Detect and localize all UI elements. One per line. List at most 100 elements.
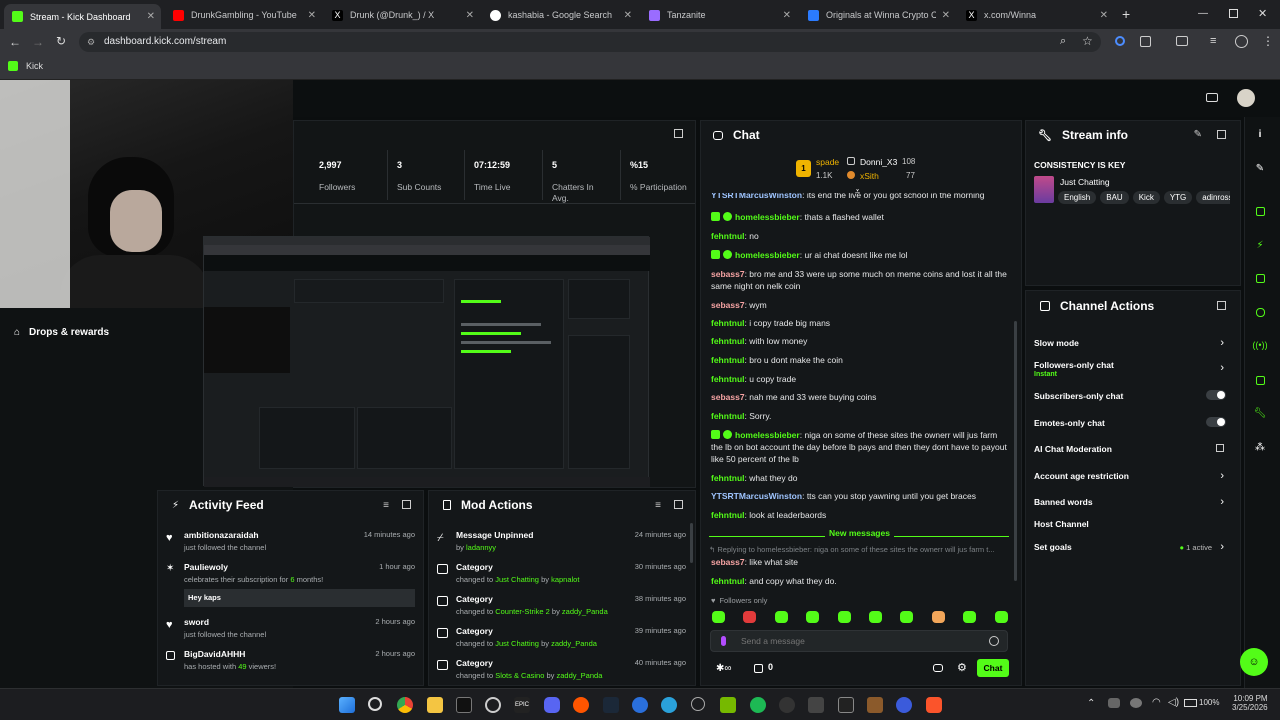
app-icon[interactable] (779, 697, 795, 713)
layout-icon[interactable] (1250, 370, 1270, 390)
mod-action-user[interactable]: kapnalot (551, 575, 579, 584)
quick-action-bolt-icon[interactable]: ⚡ (1250, 235, 1270, 255)
forward-arrow-icon[interactable]: → (32, 35, 44, 49)
media-controls-icon[interactable]: ≡ (1210, 35, 1216, 47)
chat-username[interactable]: sebass7 (711, 392, 745, 402)
more-icon[interactable]: ⁂ (1250, 437, 1270, 457)
chat-username[interactable]: homelessbieber (735, 212, 800, 222)
app-icon[interactable] (896, 697, 912, 713)
popout-icon[interactable] (1217, 130, 1226, 139)
tab-x-winna[interactable]: X x.com/Winna ✕ (958, 4, 1114, 26)
mod-action-category[interactable]: Just Chatting (495, 575, 539, 584)
stream-tag[interactable]: BAU (1100, 191, 1129, 204)
host-channel-row[interactable]: Host Channel (1034, 519, 1228, 529)
followers-only-row[interactable]: Followers-only chat Instant › (1034, 360, 1228, 378)
nvidia-icon[interactable] (720, 697, 736, 713)
volume-icon[interactable]: ◁) (1168, 697, 1179, 708)
maximize-button[interactable] (1229, 9, 1238, 18)
microphone-icon[interactable] (721, 636, 726, 646)
minimize-button[interactable]: — (1198, 8, 1208, 19)
extensions-puzzle-icon[interactable] (1140, 36, 1151, 47)
emote-icon[interactable] (712, 611, 725, 623)
edit-icon[interactable]: ✎ (1250, 158, 1270, 178)
notifications-icon[interactable] (1206, 93, 1218, 102)
bookmark-star-icon[interactable]: ☆ (1082, 34, 1093, 48)
banned-words-row[interactable]: Banned words › (1034, 496, 1228, 508)
emote-icon[interactable] (900, 611, 914, 623)
stream-preview-video[interactable] (203, 236, 650, 487)
telegram-icon[interactable] (661, 697, 677, 713)
emotes-only-row[interactable]: Emotes-only chat (1034, 417, 1228, 428)
user-avatar[interactable] (1237, 89, 1255, 107)
site-info-icon[interactable]: ⚙ (87, 32, 95, 52)
chat-username[interactable]: homelessbieber (735, 250, 800, 260)
chat-settings-bubble-icon[interactable] (933, 664, 943, 672)
chat-scrollbar[interactable] (1014, 321, 1017, 581)
emote-icon[interactable] (994, 611, 1008, 623)
battery-icon[interactable] (1184, 699, 1197, 707)
emote-icon[interactable] (963, 611, 977, 623)
chat-icon[interactable] (1250, 302, 1270, 322)
app-icon[interactable] (632, 697, 648, 713)
chat-message-input[interactable] (741, 634, 981, 648)
epic-games-icon[interactable]: EPIC (514, 697, 530, 713)
close-tab-icon[interactable]: ✕ (466, 10, 474, 21)
scrollbar[interactable] (690, 523, 693, 563)
back-arrow-icon[interactable]: ← (9, 35, 21, 49)
stream-tag[interactable]: YTG (1163, 191, 1193, 204)
leaderboard-first[interactable]: spade (816, 157, 839, 167)
new-tab-button[interactable]: + (1122, 6, 1130, 22)
chat-username[interactable]: fehntnul (711, 231, 745, 241)
chat-username[interactable]: sebass7 (711, 557, 745, 567)
subscribers-only-toggle[interactable] (1206, 390, 1226, 400)
popout-icon[interactable] (674, 129, 683, 138)
mod-action-category[interactable]: Just Chatting (495, 639, 539, 648)
filter-icon[interactable]: ≡ (383, 500, 389, 511)
url-input[interactable]: ⚙ dashboard.kick.com/stream (79, 32, 1101, 52)
popout-icon[interactable] (402, 500, 411, 509)
stream-category[interactable]: Just Chatting (1060, 177, 1110, 187)
zoom-icon[interactable]: ⌕ (1060, 35, 1066, 48)
discord-icon[interactable] (544, 697, 560, 713)
emoji-picker-icon[interactable] (989, 636, 999, 646)
chat-username[interactable]: fehntnul (711, 374, 745, 384)
chat-input-box[interactable] (710, 630, 1008, 652)
profile-icon[interactable] (1235, 35, 1248, 48)
chat-username[interactable]: fehntnul (711, 510, 745, 520)
kick-points-icon[interactable]: ✱∞ (716, 663, 732, 674)
tray-discord-icon[interactable] (1108, 698, 1120, 708)
close-tab-icon[interactable]: ✕ (308, 10, 316, 21)
new-messages-label[interactable]: New messages (825, 528, 894, 538)
search-icon[interactable] (368, 697, 382, 711)
close-tab-icon[interactable]: ✕ (624, 10, 632, 21)
close-tab-icon[interactable]: ✕ (147, 11, 155, 22)
tab-stream-kick-dashboard[interactable]: Stream - Kick Dashboard ✕ (4, 4, 161, 29)
gift-icon[interactable] (754, 664, 763, 673)
mod-action-category[interactable]: Counter-Strike 2 (495, 607, 550, 616)
emote-icon[interactable] (774, 611, 788, 623)
info-icon[interactable]: i (1250, 124, 1270, 144)
chat-username[interactable]: fehntnul (711, 355, 745, 365)
spotify-icon[interactable] (750, 697, 766, 713)
clock[interactable]: 10:09 PM 3/25/2026 (1232, 694, 1268, 712)
stream-tag[interactable]: English (1058, 191, 1097, 204)
file-explorer-icon[interactable] (427, 697, 443, 713)
app-icon[interactable] (808, 697, 824, 713)
emote-icon[interactable] (869, 611, 882, 623)
edit-pencil-icon[interactable]: ✎ (1194, 129, 1202, 140)
tray-overflow-icon[interactable]: ⌃ (1087, 698, 1095, 709)
emote-icon[interactable] (743, 611, 757, 623)
tab-x-drunk[interactable]: X Drunk (@Drunk_) / X ✕ (324, 4, 480, 26)
mod-action-user[interactable]: zaddy_Panda (551, 639, 597, 648)
account-age-row[interactable]: Account age restriction › (1034, 470, 1228, 482)
chat-username[interactable]: fehntnul (711, 473, 745, 483)
soundcloud-icon[interactable] (573, 697, 589, 713)
tab-search-icon[interactable] (1176, 36, 1188, 46)
close-tab-icon[interactable]: ✕ (942, 10, 950, 21)
chat-username[interactable]: homelessbieber (735, 430, 800, 440)
tab-tanzanite[interactable]: Tanzanite ✕ (641, 4, 797, 26)
brave-icon[interactable] (926, 697, 942, 713)
drops-rewards-link[interactable]: ⌂ Drops & rewards (14, 327, 109, 338)
stream-tag[interactable]: adinross (1196, 191, 1230, 204)
send-chat-button[interactable]: Chat (977, 659, 1009, 677)
